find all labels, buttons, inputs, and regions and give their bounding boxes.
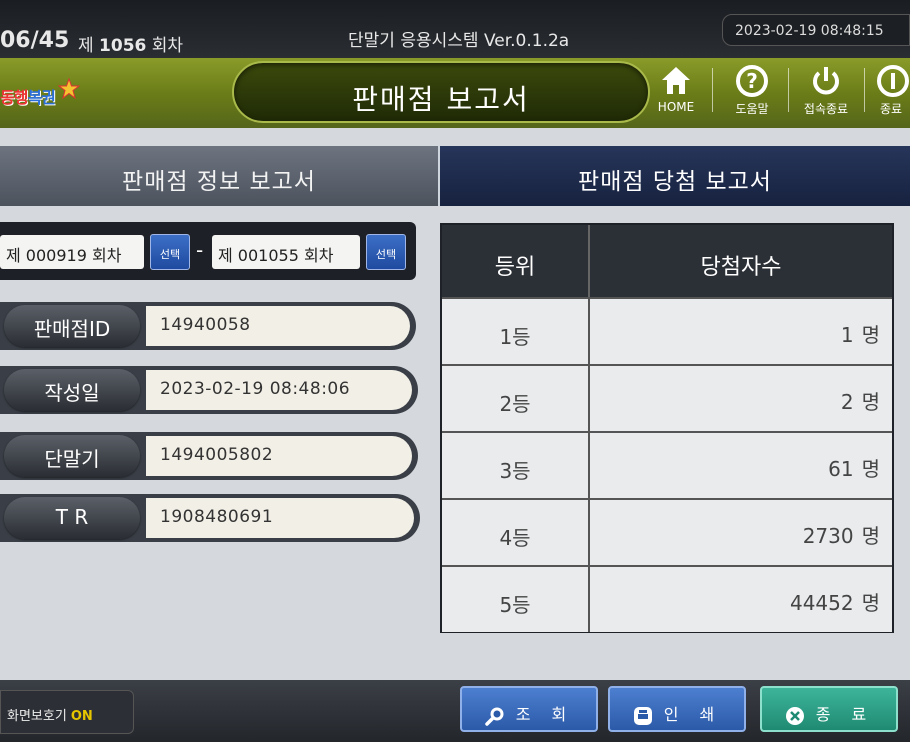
round-number: 1056 xyxy=(99,36,147,56)
terminal-value: 1494005802 xyxy=(146,436,412,476)
created-date-value: 2023-02-19 08:48:06 xyxy=(146,370,412,410)
logo-text: 동행복권 xyxy=(0,84,56,108)
count-value: 2730 xyxy=(802,524,854,548)
header-rank: 등위 xyxy=(442,225,590,297)
logo-text-b: 복권 xyxy=(27,88,55,107)
close-button[interactable]: 종 료 xyxy=(760,686,898,732)
count-unit: 명 xyxy=(861,524,880,548)
count-cell: 1명 xyxy=(590,299,892,364)
winners-table: 등위 당첨자수 1등 1명 2등 2명 3등 61 명 4등 2730 명 5등 4… xyxy=(440,223,894,633)
round-from-field[interactable]: 제 000919 회차 xyxy=(0,235,144,269)
search-label: 조 회 xyxy=(515,705,575,724)
page-title: 판매점 보고서 xyxy=(352,83,530,116)
logo-text-a: 동행 xyxy=(0,88,28,107)
screensaver-toggle[interactable]: 화면보호기 ON xyxy=(0,690,134,734)
home-label: HOME xyxy=(657,100,695,114)
round-suffix: 회차 xyxy=(151,36,184,56)
search-icon xyxy=(484,707,504,726)
count-value: 1 xyxy=(840,323,854,347)
table-header: 등위 당첨자수 xyxy=(442,225,892,297)
home-button[interactable]: HOME xyxy=(650,64,702,124)
logout-label: 접속종료 xyxy=(803,102,849,116)
nav-divider xyxy=(788,68,789,112)
rank-cell: 4등 xyxy=(442,500,590,565)
printer-icon xyxy=(633,706,652,725)
terminal-label: 단말기 xyxy=(4,435,140,477)
screensaver-label: 화면보호기 xyxy=(7,709,67,724)
count-cell: 44452 명 xyxy=(590,567,892,632)
system-name: 단말기 응용시스템 Ver.0.1.2a xyxy=(348,26,569,51)
clock: 2023-02-19 08:48:15 xyxy=(722,14,910,46)
round-to-field[interactable]: 제 001055 회차 xyxy=(212,235,360,269)
count-value: 44452 xyxy=(789,591,854,615)
star-icon xyxy=(58,78,80,100)
table-row: 4등 2730 명 xyxy=(442,498,892,565)
round-to-select-button[interactable]: 선택 xyxy=(366,234,406,270)
count-cell: 2730 명 xyxy=(590,500,892,565)
search-button[interactable]: 조 회 xyxy=(460,686,598,732)
store-id-label: 판매점ID xyxy=(4,305,140,347)
round-prefix: 제 xyxy=(78,36,94,56)
table-row: 2등 2명 xyxy=(442,364,892,431)
screensaver-state: ON xyxy=(70,709,93,724)
status-bar: 06/45 제 1056 회차 단말기 응용시스템 Ver.0.1.2a 202… xyxy=(0,0,910,58)
table-row: 3등 61 명 xyxy=(442,431,892,498)
store-id-row: 판매점ID 14940058 xyxy=(0,302,416,350)
exit-icon xyxy=(877,65,909,97)
close-icon xyxy=(785,706,804,725)
count-cell: 61 명 xyxy=(590,433,892,498)
count-value: 2 xyxy=(840,390,854,414)
brand-logo: 동행복권 xyxy=(0,78,80,118)
tr-value: 1908480691 xyxy=(146,498,414,538)
round-range-selector: 제 000919 회차 선택 - 제 001055 회차 선택 xyxy=(0,222,416,280)
count-cell: 2명 xyxy=(590,366,892,431)
tab-store-info[interactable]: 판매점 정보 보고서 xyxy=(0,146,438,206)
logout-button[interactable]: 접속종료 xyxy=(794,64,858,124)
table-row: 1등 1명 xyxy=(442,297,892,364)
tab-store-winning[interactable]: 판매점 당첨 보고서 xyxy=(438,146,910,206)
rank-cell: 1등 xyxy=(442,299,590,364)
tr-label: T R xyxy=(4,497,140,539)
counter-text: 06/45 xyxy=(0,28,70,53)
print-button[interactable]: 인 쇄 xyxy=(608,686,746,732)
range-dash: - xyxy=(196,238,204,262)
created-date-label: 작성일 xyxy=(4,369,140,411)
print-label: 인 쇄 xyxy=(663,705,723,724)
count-unit: 명 xyxy=(861,323,880,347)
exit-label: 종료 xyxy=(879,102,903,116)
main-panel: 판매점 정보 보고서 판매점 당첨 보고서 제 000919 회차 선택 - 제… xyxy=(0,128,910,680)
help-button[interactable]: ? 도움말 xyxy=(724,64,780,124)
title-bar: 동행복권 판매점 보고서 HOME ? 도움말 접속종료 종료 xyxy=(0,58,910,128)
nav-divider xyxy=(712,68,713,112)
home-icon xyxy=(662,67,690,94)
created-date-row: 작성일 2023-02-19 08:48:06 xyxy=(0,366,418,414)
help-label: 도움말 xyxy=(735,102,769,116)
round-from-select-button[interactable]: 선택 xyxy=(150,234,190,270)
power-icon xyxy=(813,67,839,95)
store-id-value: 14940058 xyxy=(146,306,410,346)
rank-cell: 5등 xyxy=(442,567,590,632)
count-unit: 명 xyxy=(861,390,880,414)
version-label: Ver.0.1.2a xyxy=(483,31,570,51)
terminal-row: 단말기 1494005802 xyxy=(0,432,418,480)
system-name-label: 단말기 응용시스템 xyxy=(348,31,479,51)
rank-cell: 3등 xyxy=(442,433,590,498)
rank-cell: 2등 xyxy=(442,366,590,431)
svg-text:?: ? xyxy=(746,69,758,93)
close-label: 종 료 xyxy=(815,705,875,724)
table-body: 1등 1명 2등 2명 3등 61 명 4등 2730 명 5등 44452 명 xyxy=(442,297,892,632)
count-unit: 명 xyxy=(861,457,880,481)
tr-row: T R 1908480691 xyxy=(0,494,420,542)
current-round: 제 1056 회차 xyxy=(78,31,183,56)
help-icon: ? xyxy=(736,65,768,97)
bottom-bar: 화면보호기 ON 조 회 인 쇄 종 료 xyxy=(0,680,910,742)
page-title-pill: 판매점 보고서 xyxy=(232,61,650,123)
count-unit: 명 xyxy=(861,591,880,615)
exit-button[interactable]: 종료 xyxy=(872,64,910,124)
nav-divider xyxy=(864,68,865,112)
table-row: 5등 44452 명 xyxy=(442,565,892,632)
header-winner-count: 당첨자수 xyxy=(590,225,892,297)
count-value: 61 xyxy=(828,457,854,481)
